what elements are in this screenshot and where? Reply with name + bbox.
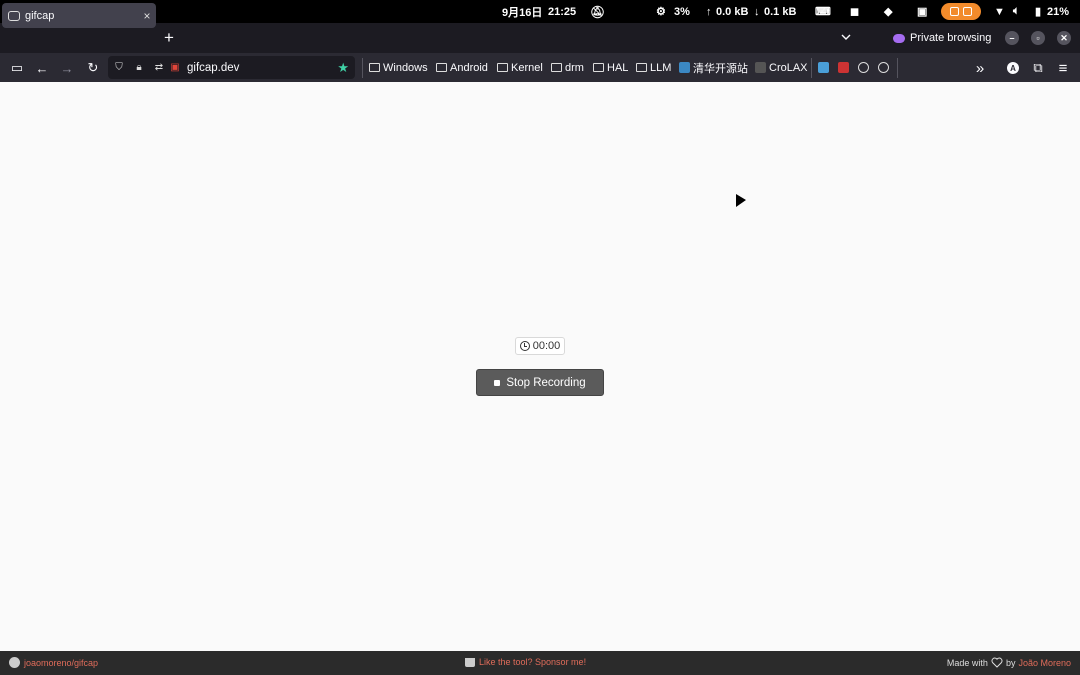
folder-icon bbox=[551, 63, 562, 72]
toolbar-divider bbox=[362, 58, 363, 78]
close-window-button[interactable]: ✕ bbox=[1057, 31, 1071, 45]
author-link[interactable]: João Moreno bbox=[1018, 658, 1071, 668]
new-tab-button[interactable]: + bbox=[164, 28, 174, 48]
bookmark-folder-android[interactable]: Android bbox=[436, 59, 488, 76]
sponsor-link-text: Like the tool? Sponsor me! bbox=[479, 657, 587, 667]
system-time[interactable]: 21:25 bbox=[548, 0, 576, 23]
tracking-protection-shield-icon[interactable]: ⛉ bbox=[111, 60, 127, 76]
github-icon bbox=[9, 657, 20, 668]
restore-button[interactable]: ▫ bbox=[1031, 31, 1045, 45]
clipboard-icon[interactable]: ▣ bbox=[917, 0, 927, 23]
timer-value: 00:00 bbox=[532, 340, 561, 352]
bookmark-label: 清华开源站 bbox=[693, 62, 748, 75]
toolbar-divider bbox=[897, 58, 898, 78]
private-mask-icon bbox=[893, 33, 905, 43]
private-browsing-label: Private browsing bbox=[910, 32, 992, 44]
lock-icon[interactable]: 🔒︎ bbox=[131, 60, 147, 76]
made-with-text: Made with bbox=[946, 657, 988, 668]
bookmark-crolax[interactable]: CroLAX bbox=[755, 59, 808, 76]
bookmark-mail-icon[interactable] bbox=[838, 59, 852, 76]
wifi-icon[interactable]: ▼ bbox=[994, 0, 1005, 23]
account-avatar-icon[interactable]: A bbox=[1004, 59, 1022, 77]
tab-close-icon[interactable]: × bbox=[138, 9, 156, 23]
toolbar-divider bbox=[811, 58, 812, 78]
reload-button[interactable]: ↻ bbox=[84, 59, 102, 77]
mouse-pointer-icon bbox=[736, 194, 746, 207]
cpu-usage: 3% bbox=[674, 5, 690, 18]
stop-recording-label: Stop Recording bbox=[506, 376, 586, 389]
recording-timer: 00:00 bbox=[515, 337, 565, 355]
folder-icon bbox=[593, 63, 604, 72]
download-rate: 0.1 kB bbox=[764, 5, 797, 18]
battery-level: 21% bbox=[1047, 5, 1070, 18]
bookmark-label: Android bbox=[450, 61, 488, 74]
upload-rate: 0.0 kB bbox=[716, 5, 749, 18]
tuna-favicon-icon bbox=[679, 62, 690, 73]
sponsor-link[interactable]: Like the tool? Sponsor me! bbox=[465, 657, 586, 667]
screen-recording-indicator[interactable] bbox=[941, 0, 981, 23]
bookmark-folder-kernel[interactable]: Kernel bbox=[497, 59, 543, 76]
cpu-icon: ⚙ bbox=[656, 6, 666, 18]
minimize-button[interactable]: – bbox=[1005, 31, 1019, 45]
bookmark-label: drm bbox=[565, 61, 584, 74]
stop-square-icon bbox=[494, 379, 501, 386]
stop-recording-button[interactable]: Stop Recording bbox=[476, 369, 604, 396]
battery-icon[interactable]: ▮ bbox=[1035, 0, 1041, 23]
screen-share-icon[interactable]: ▣ bbox=[167, 60, 183, 76]
heart-icon bbox=[991, 657, 1003, 668]
tray-shield-icon[interactable]: ◆ bbox=[884, 0, 892, 23]
bookmark-tuna-mirror[interactable]: 清华开源站 bbox=[679, 59, 748, 76]
bookmark-label: CroLAX bbox=[769, 61, 808, 74]
keyboard-icon[interactable]: ⌨ bbox=[815, 0, 831, 23]
github-repo-link[interactable]: joaomoreno/gifcap bbox=[9, 657, 98, 668]
navigation-toolbar: ▭ ← → ↻ ⛉ 🔒︎ ⇄ ▣ gifcap.dev ★ Windows An… bbox=[0, 53, 1080, 82]
system-date[interactable]: 9月16日 bbox=[502, 0, 542, 23]
by-text: by bbox=[1005, 657, 1016, 668]
crolax-favicon-icon bbox=[755, 62, 766, 73]
tray-app-icon[interactable]: ◼ bbox=[850, 0, 859, 23]
page-footer: joaomoreno/gifcap Like the tool? Sponsor… bbox=[0, 651, 1080, 675]
clock-icon bbox=[519, 341, 530, 351]
folder-icon bbox=[436, 63, 447, 72]
folder-icon bbox=[497, 63, 508, 72]
bookmark-globe-icon[interactable] bbox=[858, 59, 869, 76]
bookmark-folder-drm[interactable]: drm bbox=[551, 59, 584, 76]
bookmark-globe-icon[interactable] bbox=[878, 59, 889, 76]
bookmark-label: Kernel bbox=[511, 61, 543, 74]
bookmark-star-icon[interactable]: ★ bbox=[337, 60, 349, 76]
bookmark-label: LLM bbox=[650, 61, 672, 74]
gifcap-favicon-icon bbox=[8, 10, 20, 21]
credits: Made with by João Moreno bbox=[947, 657, 1071, 668]
bookmarks-overflow-button[interactable]: » bbox=[971, 59, 989, 77]
folder-icon bbox=[636, 63, 647, 72]
extensions-puzzle-icon[interactable]: ⧉ bbox=[1029, 59, 1047, 77]
bookmark-folder-windows[interactable]: Windows bbox=[369, 59, 428, 76]
permissions-icon[interactable]: ⇄ bbox=[151, 60, 167, 76]
sidebar-toggle-icon[interactable]: ▭ bbox=[8, 59, 26, 77]
back-button[interactable]: ← bbox=[33, 59, 51, 77]
bookmark-folder-llm[interactable]: LLM bbox=[636, 59, 671, 76]
bookmark-label: Windows bbox=[383, 61, 428, 74]
private-browsing-indicator: Private browsing bbox=[893, 29, 991, 47]
folder-icon bbox=[369, 63, 380, 72]
address-bar[interactable]: ⛉ 🔒︎ ⇄ ▣ gifcap.dev ★ bbox=[108, 56, 355, 79]
upload-arrow-icon: ↑ bbox=[706, 5, 712, 18]
volume-icon[interactable]: 🔈︎ bbox=[1013, 0, 1020, 23]
tab-gifcap[interactable]: gifcap × bbox=[2, 3, 156, 28]
list-all-tabs-chevron-down-icon[interactable] bbox=[840, 31, 852, 43]
notifications-muted-icon[interactable]: 🔕︎ bbox=[590, 0, 605, 23]
app-menu-button[interactable]: ≡ bbox=[1054, 59, 1072, 77]
bookmark-label: HAL bbox=[607, 61, 629, 74]
tab-title: gifcap bbox=[25, 9, 55, 22]
forward-button[interactable]: → bbox=[58, 59, 76, 77]
download-arrow-icon: ↓ bbox=[754, 5, 760, 18]
repo-link-text: joaomoreno/gifcap bbox=[24, 657, 99, 668]
url-text[interactable]: gifcap.dev bbox=[187, 62, 337, 74]
system-status-bar: 9月16日 21:25 🔕︎ ⚙ 3% ↑ 0.0 kB ↓ 0.1 kB ⌨ … bbox=[0, 0, 1080, 23]
coffee-cup-icon bbox=[465, 657, 475, 667]
bookmark-bird-icon[interactable] bbox=[818, 59, 832, 76]
bookmark-folder-hal[interactable]: HAL bbox=[593, 59, 628, 76]
